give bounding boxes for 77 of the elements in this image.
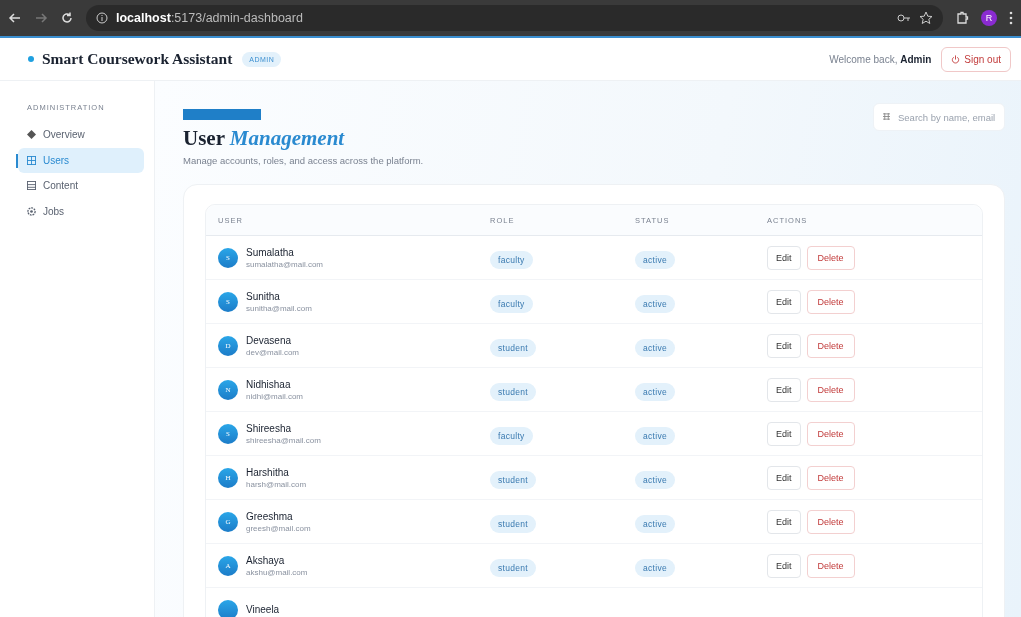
status-tag: active bbox=[635, 338, 675, 357]
page-subtitle: Manage accounts, roles, and access across the platform. bbox=[183, 155, 424, 166]
role-tag: student bbox=[490, 470, 536, 489]
status-tag: active bbox=[635, 250, 675, 269]
edit-button[interactable]: Edit bbox=[767, 553, 801, 578]
role-tag: student bbox=[490, 558, 536, 577]
role-tag: faculty bbox=[490, 250, 533, 269]
star-icon[interactable] bbox=[919, 11, 933, 25]
user-avatar bbox=[218, 599, 238, 617]
edit-button[interactable]: Edit bbox=[767, 245, 801, 270]
user-name: Shireesha bbox=[246, 422, 293, 434]
delete-button[interactable]: Delete bbox=[806, 553, 855, 578]
user-email: sumalatha@mail.com bbox=[246, 259, 324, 269]
user-name: Devasena bbox=[246, 334, 293, 346]
welcome-text: Welcome back, Admin bbox=[829, 53, 932, 65]
user-name: Nidhishaa bbox=[246, 378, 292, 390]
url-text: localhost:5173/admin-dashboard bbox=[116, 11, 303, 25]
menu-icon[interactable] bbox=[1009, 11, 1013, 25]
reload-icon[interactable] bbox=[60, 11, 74, 25]
user-name: Greeshma bbox=[246, 510, 294, 522]
role-tag: faculty bbox=[490, 294, 533, 313]
user-email: akshu@mail.com bbox=[246, 567, 308, 577]
user-name: Sumalatha bbox=[246, 246, 295, 258]
power-icon bbox=[951, 54, 961, 64]
grid-icon bbox=[883, 113, 890, 120]
edit-button[interactable]: Edit bbox=[767, 289, 801, 314]
user-name: Akshaya bbox=[246, 554, 286, 566]
edit-button[interactable]: Edit bbox=[767, 509, 801, 534]
edit-button[interactable]: Edit bbox=[767, 421, 801, 446]
user-name: Harshitha bbox=[246, 466, 290, 478]
delete-button[interactable]: Delete bbox=[806, 509, 855, 534]
grid-icon bbox=[27, 155, 36, 165]
delete-button[interactable]: Delete bbox=[806, 421, 855, 446]
sidebar-item[interactable]: Overview bbox=[18, 122, 144, 147]
sidebar-item[interactable]: Jobs bbox=[18, 198, 144, 224]
delete-button[interactable]: Delete bbox=[806, 289, 855, 314]
gear-icon bbox=[27, 206, 36, 216]
info-icon bbox=[96, 12, 108, 24]
delete-button[interactable]: Delete bbox=[806, 333, 855, 358]
sign-out-button[interactable]: Sign out bbox=[941, 46, 1011, 72]
role-tag: student bbox=[490, 338, 536, 357]
user-email: shireesha@mail.com bbox=[246, 435, 321, 445]
status-tag: active bbox=[635, 470, 675, 489]
user-email: greesh@mail.com bbox=[246, 523, 311, 533]
role-tag: student bbox=[490, 382, 536, 401]
key-icon[interactable] bbox=[897, 13, 911, 23]
user-email: nidhi@mail.com bbox=[246, 391, 304, 401]
back-icon[interactable] bbox=[8, 11, 22, 25]
sidebar-item[interactable]: Content bbox=[18, 173, 144, 198]
user-email: harsh@mail.com bbox=[246, 479, 307, 489]
search-field[interactable]: Search by name, email bbox=[873, 103, 1005, 131]
status-tag: active bbox=[635, 514, 675, 533]
profile-avatar[interactable]: R bbox=[981, 10, 997, 26]
user-email: sunitha@mail.com bbox=[246, 303, 312, 313]
role-tag: faculty bbox=[490, 426, 533, 445]
delete-button[interactable]: Delete bbox=[806, 245, 855, 270]
document-icon bbox=[27, 181, 36, 190]
role-tag: student bbox=[490, 514, 536, 533]
user-name: Vineela bbox=[246, 604, 280, 615]
delete-button[interactable]: Delete bbox=[806, 465, 855, 490]
brand-dot bbox=[28, 56, 34, 62]
status-tag: active bbox=[635, 558, 675, 577]
brand-title: Smart Coursework Assistant bbox=[42, 50, 233, 68]
edit-button[interactable]: Edit bbox=[767, 465, 801, 490]
status-tag: active bbox=[635, 294, 675, 313]
address-bar[interactable]: localhost:5173/admin-dashboard bbox=[86, 5, 943, 31]
page-title: User Management bbox=[183, 126, 346, 151]
user-name: Sunitha bbox=[246, 290, 281, 302]
delete-button[interactable]: Delete bbox=[806, 377, 855, 402]
forward-icon[interactable] bbox=[34, 11, 48, 25]
status-tag: active bbox=[635, 382, 675, 401]
status-tag: active bbox=[635, 426, 675, 445]
diamond-icon bbox=[27, 130, 36, 139]
extensions-icon[interactable] bbox=[955, 11, 969, 25]
edit-button[interactable]: Edit bbox=[767, 377, 801, 402]
user-email: dev@mail.com bbox=[246, 347, 300, 357]
edit-button[interactable]: Edit bbox=[767, 333, 801, 358]
